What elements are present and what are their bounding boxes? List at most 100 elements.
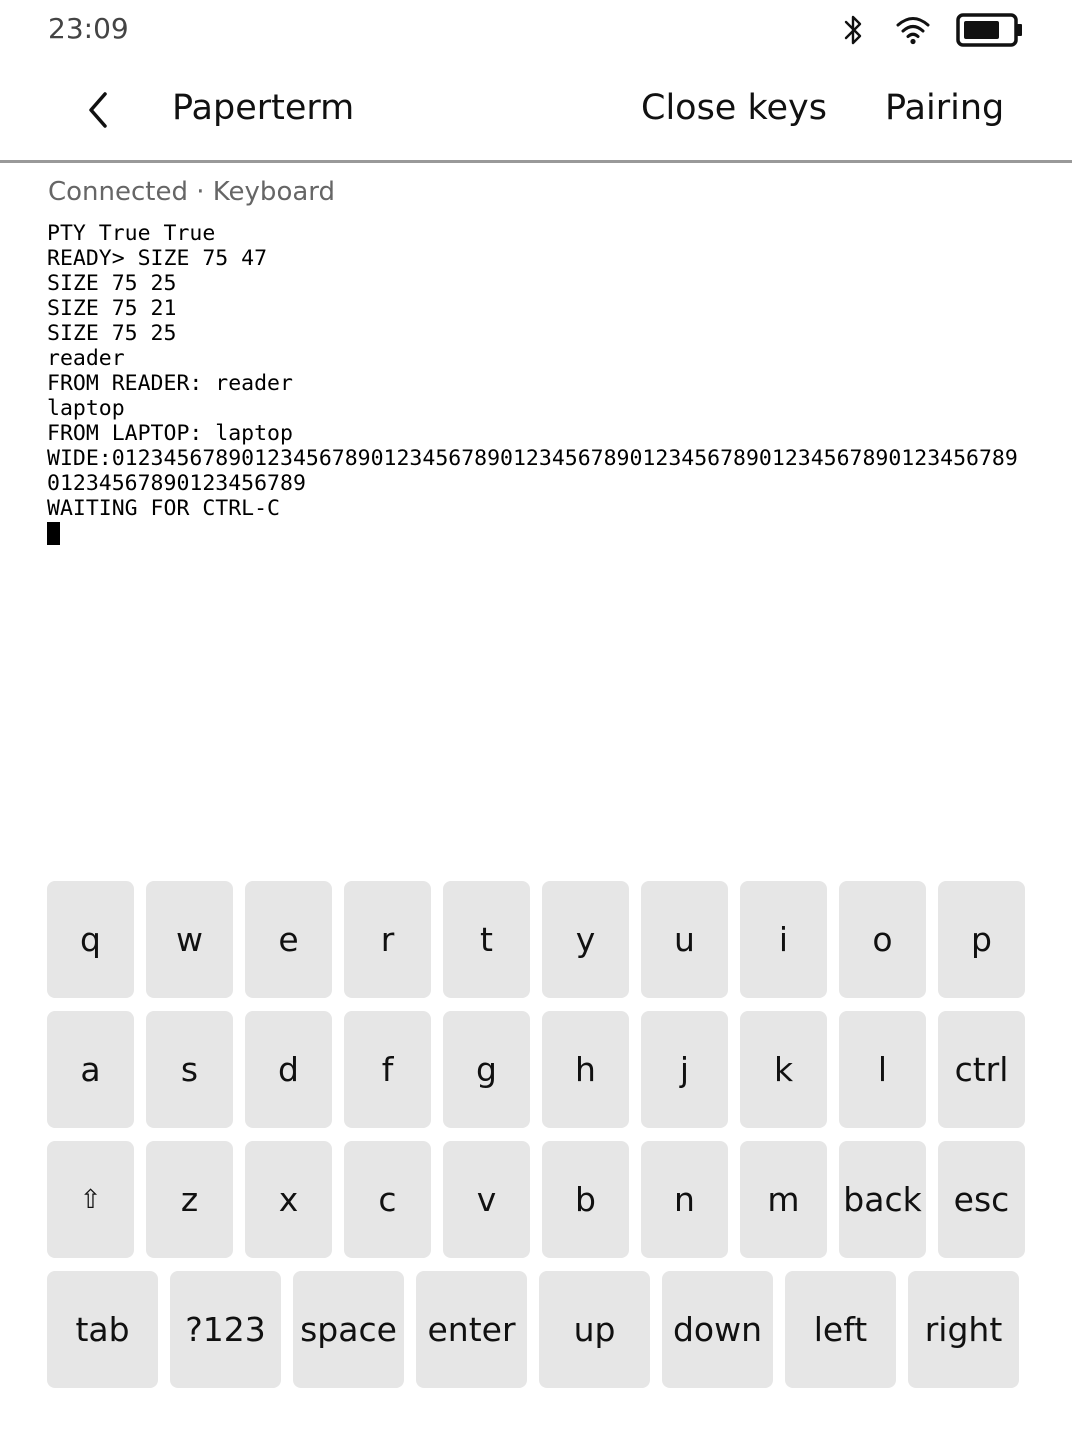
terminal-line: PTY True True [47,221,216,246]
key-label: right [924,1310,1003,1349]
connection-status: Connected · Keyboard [48,177,336,207]
key-esc[interactable]: esc [938,1141,1025,1258]
key-label: c [378,1180,397,1219]
terminal-line: READY> SIZE 75 47 [47,246,268,271]
key-a[interactable]: a [47,1011,134,1128]
key-label: back [843,1180,922,1219]
key-label: z [180,1180,199,1219]
key-label: i [778,920,789,959]
key-label: q [80,920,101,959]
page-title: Paperterm [172,88,355,128]
key-label: a [80,1050,101,1089]
close-keys-button[interactable]: Close keys [641,88,827,128]
key-label: w [176,920,203,959]
key-tab[interactable]: tab [47,1271,158,1388]
key-b[interactable]: b [542,1141,629,1258]
key-label: ?123 [185,1310,266,1349]
key-h[interactable]: h [542,1011,629,1128]
key-shift[interactable]: ⇧ [47,1141,134,1258]
key-up[interactable]: up [539,1271,650,1388]
key-label: u [674,920,695,959]
key-d[interactable]: d [245,1011,332,1128]
terminal-line: WAITING FOR CTRL-C [47,496,280,521]
key-label: enter [427,1310,516,1349]
key-enter[interactable]: enter [416,1271,527,1388]
key-t[interactable]: t [443,881,530,998]
wifi-icon [895,12,931,52]
key-label: m [767,1180,800,1219]
key-label: e [278,920,299,959]
key-q[interactable]: q [47,881,134,998]
terminal-line: FROM READER: reader [47,371,293,396]
app-bar: Paperterm Close keys Pairing [0,60,1072,163]
bluetooth-icon [842,12,866,52]
terminal-line: 01234567890123456789 [47,471,306,496]
back-button[interactable] [72,82,124,138]
battery-level-fill [964,21,999,39]
key-k[interactable]: k [740,1011,827,1128]
key-r[interactable]: r [344,881,431,998]
chevron-left-icon [89,92,107,128]
key-symbols[interactable]: ?123 [170,1271,281,1388]
key-label: y [575,920,596,959]
key-label: p [971,920,992,959]
key-label: j [679,1050,690,1089]
terminal-output[interactable]: PTY True True READY> SIZE 75 47 SIZE 75 25… [47,221,1018,546]
key-label: x [278,1180,299,1219]
key-i[interactable]: i [740,881,827,998]
key-down[interactable]: down [662,1271,773,1388]
terminal-line: WIDE:01234567890123456789012345678901234… [47,446,1018,471]
key-c[interactable]: c [344,1141,431,1258]
terminal-line: SIZE 75 25 [47,271,177,296]
key-label: tab [75,1310,130,1349]
key-label: ctrl [954,1050,1009,1089]
terminal-line: FROM LAPTOP: laptop [47,421,293,446]
key-p[interactable]: p [938,881,1025,998]
clock: 23:09 [48,12,129,45]
key-v[interactable]: v [443,1141,530,1258]
key-g[interactable]: g [443,1011,530,1128]
key-left[interactable]: left [785,1271,896,1388]
key-e[interactable]: e [245,881,332,998]
key-label: n [674,1180,695,1219]
terminal-cursor-line [47,521,1018,546]
key-label: f [381,1050,394,1089]
key-u[interactable]: u [641,881,728,998]
key-label: b [575,1180,596,1219]
key-f[interactable]: f [344,1011,431,1128]
key-o[interactable]: o [839,881,926,998]
key-s[interactable]: s [146,1011,233,1128]
key-label: left [813,1310,868,1349]
key-n[interactable]: n [641,1141,728,1258]
key-label: o [872,920,893,959]
terminal-line: laptop [47,396,125,421]
terminal-cursor [47,522,60,545]
key-label: l [877,1050,888,1089]
key-w[interactable]: w [146,881,233,998]
key-space[interactable]: space [293,1271,404,1388]
key-z[interactable]: z [146,1141,233,1258]
key-label: s [180,1050,199,1089]
key-label: g [476,1050,497,1089]
key-j[interactable]: j [641,1011,728,1128]
status-bar: 23:09 [0,0,1072,60]
key-m[interactable]: m [740,1141,827,1258]
key-label: d [278,1050,299,1089]
key-y[interactable]: y [542,881,629,998]
key-x[interactable]: x [245,1141,332,1258]
key-label: space [300,1310,397,1349]
pairing-button[interactable]: Pairing [885,88,1004,128]
key-right[interactable]: right [908,1271,1019,1388]
key-back[interactable]: back [839,1141,926,1258]
key-l[interactable]: l [839,1011,926,1128]
key-label: ⇧ [79,1184,102,1215]
key-label: t [480,920,493,959]
terminal-line: SIZE 75 21 [47,296,177,321]
terminal-line: SIZE 75 25 [47,321,177,346]
key-label: up [573,1310,616,1349]
key-label: k [773,1050,794,1089]
key-ctrl[interactable]: ctrl [938,1011,1025,1128]
terminal-line: reader [47,346,125,371]
key-label: r [380,920,395,959]
battery-icon [956,12,1024,52]
